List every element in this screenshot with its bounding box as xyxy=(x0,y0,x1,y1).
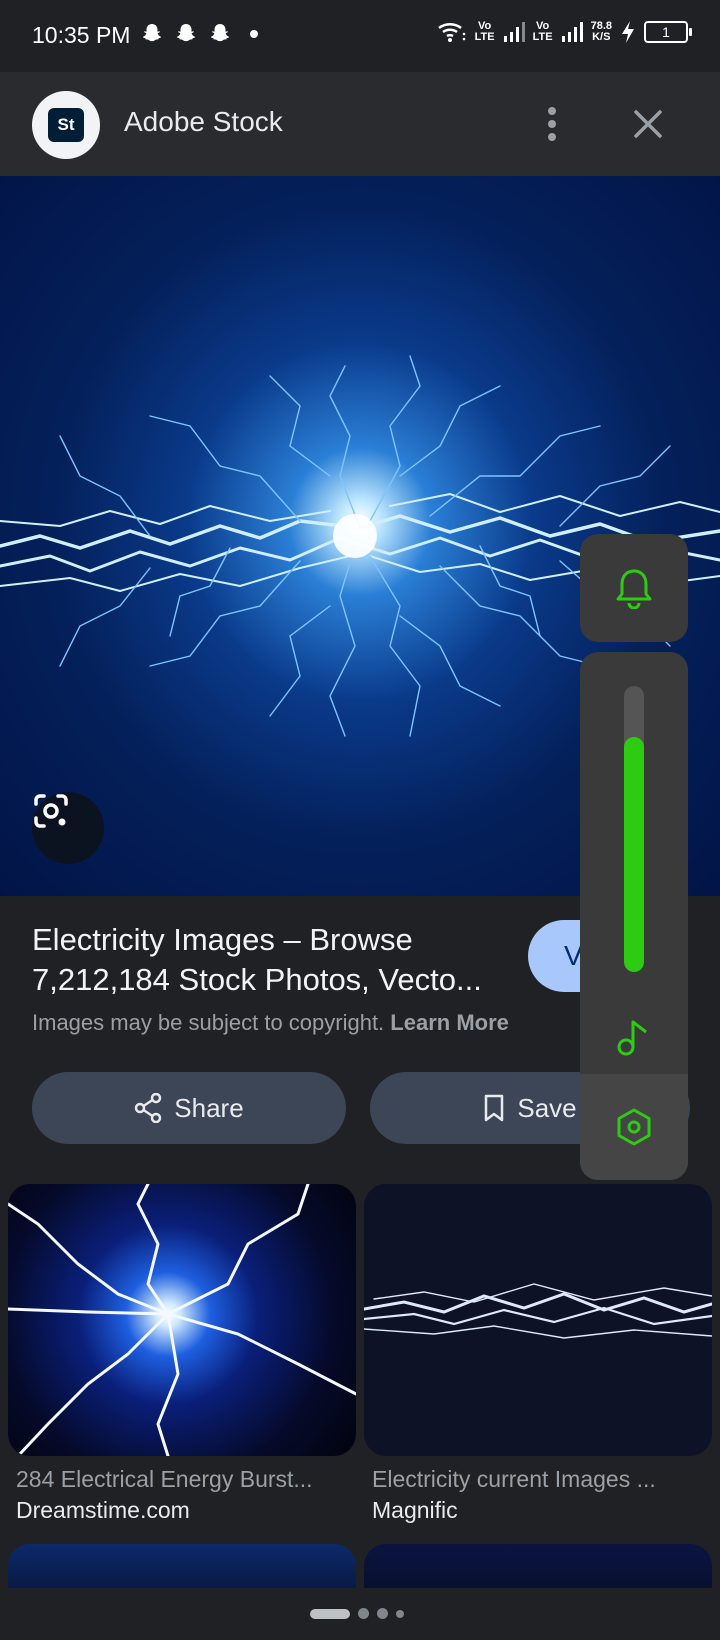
volume-level xyxy=(624,737,644,972)
learn-more-link[interactable]: Learn More xyxy=(390,1010,509,1035)
signal-icon xyxy=(503,22,525,42)
related-result-card[interactable]: Electricity current Images ... Magnific xyxy=(364,1184,712,1524)
lightning-current-illustration xyxy=(364,1283,712,1339)
snapchat-icon xyxy=(142,24,162,42)
page-indicator-dot xyxy=(377,1608,388,1619)
related-thumbnail[interactable] xyxy=(8,1544,356,1588)
snapchat-icon xyxy=(210,24,230,42)
related-title: 284 Electrical Energy Burst... xyxy=(16,1466,313,1492)
signal-icon-2 xyxy=(561,22,583,42)
related-thumbnail[interactable] xyxy=(8,1184,356,1456)
volume-panel xyxy=(580,652,688,1180)
wifi-icon xyxy=(437,23,465,42)
page-indicator-dot xyxy=(396,1609,404,1618)
media-volume-button[interactable] xyxy=(580,1002,688,1072)
settings-icon xyxy=(617,1108,651,1146)
lens-search-button[interactable] xyxy=(32,792,104,864)
snapchat-icon xyxy=(176,24,196,42)
related-title: Electricity current Images ... xyxy=(372,1466,656,1492)
notification-icons xyxy=(140,22,258,46)
site-logo[interactable]: St xyxy=(32,91,100,159)
share-icon xyxy=(135,1093,162,1123)
lightning-burst-illustration xyxy=(8,1184,356,1456)
page-indicator-dot xyxy=(358,1608,369,1619)
copyright-text: Images may be subject to copyright. xyxy=(32,1010,385,1035)
more-options-button[interactable] xyxy=(532,100,572,148)
related-source: Magnific xyxy=(372,1497,458,1523)
result-title[interactable]: Electricity Images – Browse 7,212,184 St… xyxy=(32,920,502,1000)
lens-icon xyxy=(34,794,68,828)
system-icons: Vo LTE Vo LTE 78.8 K/S 1 xyxy=(437,20,692,44)
page-indicator xyxy=(310,1608,404,1619)
charging-icon xyxy=(622,21,634,43)
volte-label-2: Vo LTE xyxy=(532,20,553,43)
volte-label: Vo LTE xyxy=(474,20,495,43)
network-speed: 78.8 K/S xyxy=(590,20,612,43)
navigation-bar xyxy=(0,1588,720,1640)
ringer-mode-button[interactable] xyxy=(580,534,688,642)
share-label: Share xyxy=(174,1092,244,1123)
more-notifications-dot xyxy=(250,30,258,38)
status-time: 10:35 PM xyxy=(32,22,131,48)
lens-header: St Adobe Stock xyxy=(0,72,720,176)
related-result-card[interactable]: 284 Electrical Energy Burst... Dreamstim… xyxy=(8,1184,356,1524)
status-bar: 10:35 PM Vo LTE Vo LTE 78.8 K/S 1 xyxy=(0,0,720,72)
page-indicator-active xyxy=(310,1608,350,1619)
site-name[interactable]: Adobe Stock xyxy=(124,106,283,138)
share-button[interactable]: Share xyxy=(32,1072,346,1144)
save-label: Save xyxy=(517,1092,577,1123)
volume-settings-button[interactable] xyxy=(580,1074,688,1180)
battery-indicator: 1 xyxy=(644,21,692,43)
adobe-stock-logo: St xyxy=(48,108,84,142)
bookmark-icon xyxy=(485,1094,504,1122)
music-note-icon xyxy=(617,1020,647,1056)
related-thumbnail[interactable] xyxy=(364,1544,712,1588)
volume-slider[interactable] xyxy=(624,686,644,972)
more-vert-icon xyxy=(548,107,556,141)
close-button[interactable] xyxy=(626,102,670,146)
bell-icon xyxy=(616,569,652,609)
related-thumbnail[interactable] xyxy=(364,1184,712,1456)
copyright-notice: Images may be subject to copyright. Lear… xyxy=(32,1010,509,1036)
close-icon xyxy=(634,110,662,138)
related-source: Dreamstime.com xyxy=(16,1497,190,1523)
